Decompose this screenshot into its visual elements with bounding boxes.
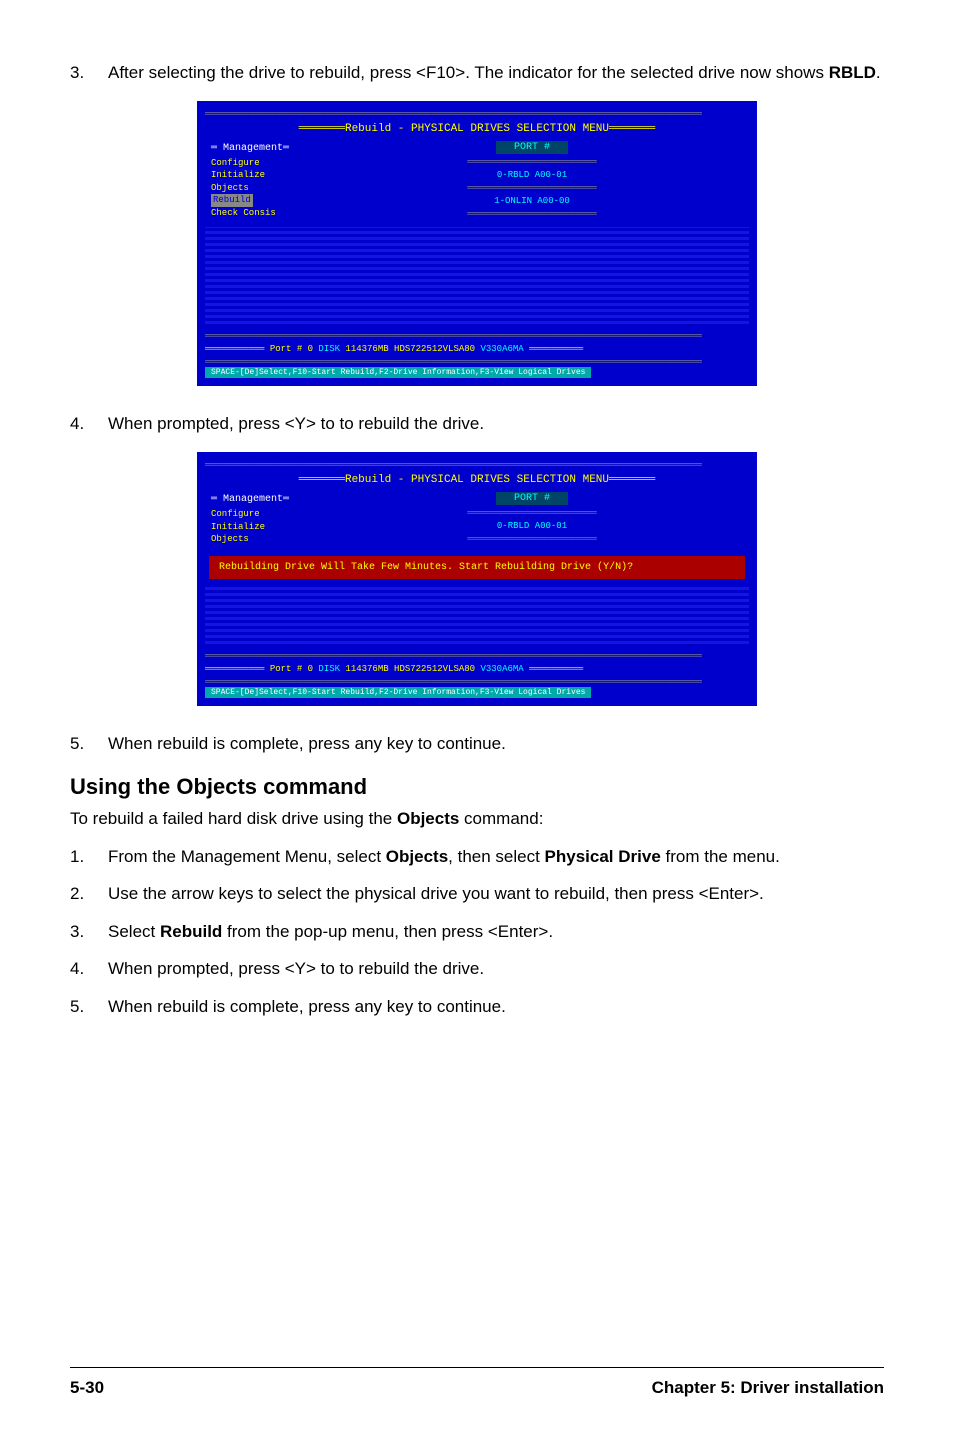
step-5: 5. When rebuild is complete, press any k…: [70, 731, 884, 757]
menu-initialize[interactable]: Initialize: [211, 521, 309, 534]
rebuild-bold: Rebuild: [160, 922, 222, 941]
step-text: When rebuild is complete, press any key …: [108, 994, 884, 1020]
drive-panel: PORT # ════════════════════════ 0-RBLD A…: [315, 141, 749, 222]
menu-check[interactable]: Check Consis: [211, 207, 309, 220]
step-number: 2.: [70, 881, 108, 907]
section-intro: To rebuild a failed hard disk drive usin…: [70, 806, 884, 832]
bios-screenshot-2: ════════════════════════════════════════…: [197, 452, 757, 706]
rbld-label: RBLD: [829, 63, 876, 82]
screen-title: ═══════Rebuild - PHYSICAL DRIVES SELECTI…: [205, 474, 749, 486]
bios-screenshot-1: ════════════════════════════════════════…: [197, 101, 757, 387]
port-info: ═══════════ Port # 0 DISK 114376MB HDS72…: [205, 664, 749, 674]
footer-panel: ════════════════════════════════════════…: [205, 331, 749, 378]
help-bar: SPACE-[De]Select,F10-Start Rebuild,F2-Dr…: [205, 687, 591, 698]
rebuild-prompt[interactable]: Rebuilding Drive Will Take Few Minutes. …: [209, 556, 745, 579]
step-number: 4.: [70, 411, 108, 437]
footer-panel: ════════════════════════════════════════…: [205, 651, 749, 698]
striped-area: [205, 227, 749, 327]
menu-objects[interactable]: Objects: [211, 533, 309, 546]
menu-title: ═ Management═: [211, 143, 309, 154]
step-number: 5.: [70, 731, 108, 757]
drive-1[interactable]: 1-ONLIN A00-00: [315, 196, 749, 206]
step-4: 4. When prompted, press <Y> to to rebuil…: [70, 411, 884, 437]
step-text: When rebuild is complete, press any key …: [108, 731, 884, 757]
step-number: 4.: [70, 956, 108, 982]
chapter-title: Chapter 5: Driver installation: [652, 1378, 884, 1398]
menu-panel: ═ Management═ Configure Initialize Objec…: [205, 492, 315, 548]
drive-panel: PORT # ════════════════════════ 0-RBLD A…: [315, 492, 749, 548]
step-number: 3.: [70, 919, 108, 945]
drive-0[interactable]: 0-RBLD A00-01: [315, 170, 749, 180]
bstep-4: 4. When prompted, press <Y> to to rebuil…: [70, 956, 884, 982]
port-header: PORT #: [496, 492, 568, 505]
step-text: Use the arrow keys to select the physica…: [108, 881, 884, 907]
border: ════════════════════════════════════════…: [205, 109, 749, 119]
step-3: 3. After selecting the drive to rebuild,…: [70, 60, 884, 86]
bstep-3: 3. Select Rebuild from the pop-up menu, …: [70, 919, 884, 945]
help-bar: SPACE-[De]Select,F10-Start Rebuild,F2-Dr…: [205, 367, 591, 378]
step-text: From the Management Menu, select Objects…: [108, 844, 884, 870]
step-text: When prompted, press <Y> to to rebuild t…: [108, 956, 884, 982]
menu-rebuild[interactable]: Rebuild: [211, 194, 253, 207]
step-number: 3.: [70, 60, 108, 86]
objects-bold: Objects: [397, 809, 459, 828]
menu-configure[interactable]: Configure: [211, 157, 309, 170]
section-heading: Using the Objects command: [70, 774, 884, 800]
step-number: 1.: [70, 844, 108, 870]
drive-0[interactable]: 0-RBLD A00-01: [315, 521, 749, 531]
objects-bold: Objects: [386, 847, 448, 866]
striped-area: [205, 587, 749, 647]
menu-panel: ═ Management═ Configure Initialize Objec…: [205, 141, 315, 222]
menu-initialize[interactable]: Initialize: [211, 169, 309, 182]
page-footer: 5-30 Chapter 5: Driver installation: [70, 1367, 884, 1398]
step-text: After selecting the drive to rebuild, pr…: [108, 60, 884, 86]
menu-configure[interactable]: Configure: [211, 508, 309, 521]
screen-title: ═══════Rebuild - PHYSICAL DRIVES SELECTI…: [205, 123, 749, 135]
step-text: When prompted, press <Y> to to rebuild t…: [108, 411, 884, 437]
menu-objects[interactable]: Objects: [211, 182, 309, 195]
menu-title: ═ Management═: [211, 494, 309, 505]
step-number: 5.: [70, 994, 108, 1020]
bstep-5: 5. When rebuild is complete, press any k…: [70, 994, 884, 1020]
port-info: ═══════════ Port # 0 DISK 114376MB HDS72…: [205, 344, 749, 354]
bstep-2: 2. Use the arrow keys to select the phys…: [70, 881, 884, 907]
physical-drive-bold: Physical Drive: [545, 847, 661, 866]
port-header: PORT #: [496, 141, 568, 154]
step-text: Select Rebuild from the pop-up menu, the…: [108, 919, 884, 945]
bstep-1: 1. From the Management Menu, select Obje…: [70, 844, 884, 870]
page-number: 5-30: [70, 1378, 104, 1398]
